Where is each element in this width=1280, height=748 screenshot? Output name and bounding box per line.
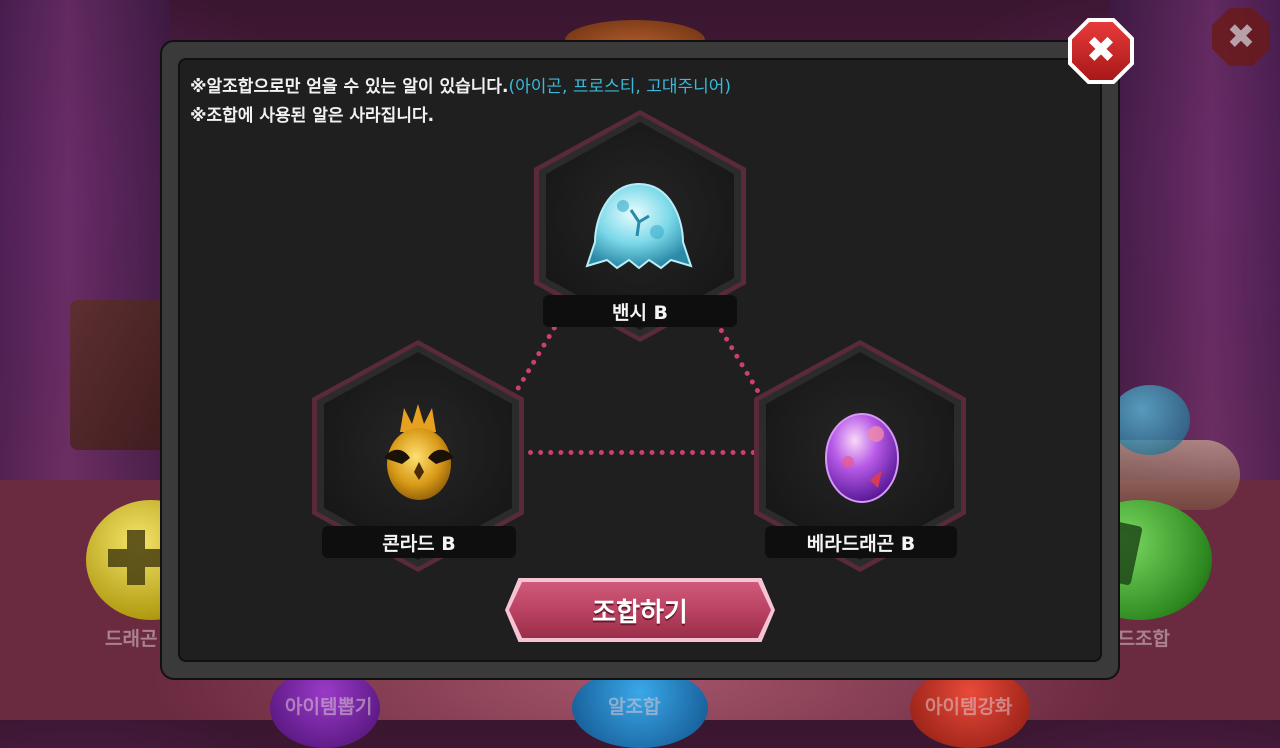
menu-label-egg-combine: 알조합 [608, 696, 661, 718]
egg-name-top: 밴시 B [543, 295, 737, 327]
close-button-face: ✖ [1072, 22, 1130, 80]
close-icon: ✖ [1085, 30, 1117, 71]
notice-text: ※알조합으로만 얻을 수 있는 알이 있습니다. [190, 77, 509, 97]
combine-button[interactable]: 조합하기 [505, 578, 775, 642]
menu-label-item-draw: 아이템뽑기 [285, 696, 373, 718]
notice-exclusive-egg-list: (아이곤, 프로스티, 고대주니어) [508, 77, 732, 97]
egg-name-right: 베라드래곤 B [765, 526, 957, 558]
close-dialog-button[interactable]: ✖ [1068, 18, 1134, 84]
menu-label-item-upgrade: 아이템강화 [925, 696, 1013, 718]
menu-label-dragon: 드래곤 [105, 628, 158, 650]
notice-eggs-consumed: ※조합에 사용된 알은 사라집니다. [190, 106, 435, 126]
close-icon: ✖ [1226, 17, 1256, 57]
link-line-bottom [528, 450, 756, 455]
plus-icon [108, 530, 163, 585]
banshee-egg-icon [585, 182, 693, 270]
conrad-egg-icon [384, 404, 454, 500]
notice-exclusive-eggs: ※알조합으로만 얻을 수 있는 알이 있습니다.(아이곤, 프로스티, 고대주니… [190, 72, 731, 97]
background-orb-blue [1110, 385, 1190, 455]
vera-dragon-egg-icon [825, 413, 899, 503]
egg-name-left: 콘라드 B [322, 526, 516, 558]
combine-button-label: 조합하기 [592, 597, 688, 628]
